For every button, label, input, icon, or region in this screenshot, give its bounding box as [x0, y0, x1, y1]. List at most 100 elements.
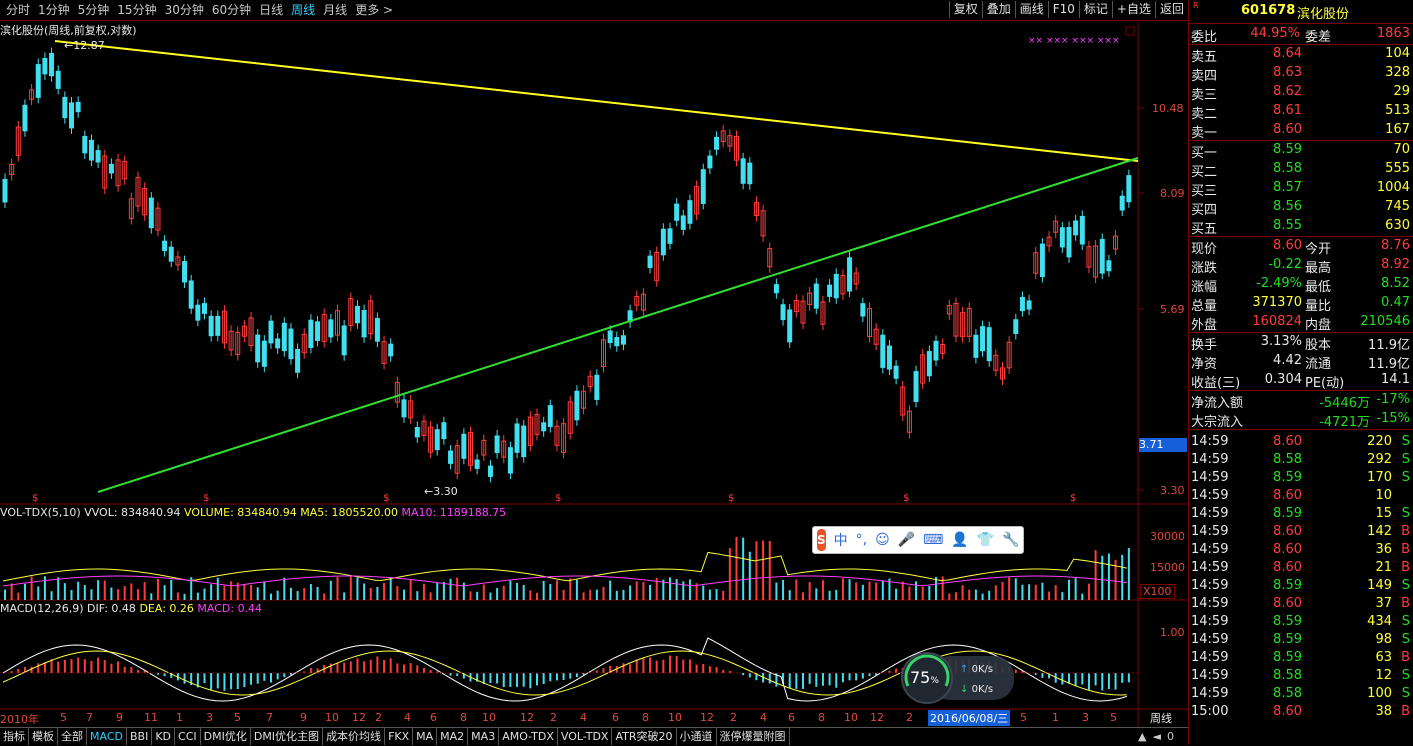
time-axis-tick: 4 [404, 711, 411, 724]
quote-row: 总量 371370 量比 0.47 [1189, 294, 1413, 314]
tick-side: S [1401, 686, 1410, 701]
period-tab[interactable]: 日线 [255, 2, 287, 18]
weibi-label: 委比 [1191, 30, 1218, 45]
kline-candle [1013, 319, 1019, 335]
download-speed-value: 0K/s [971, 684, 994, 695]
chart-tool-button[interactable]: 复权 [948, 1, 982, 18]
indicator-tab[interactable]: VOL-TDX [558, 728, 613, 745]
quote-side-panel: R 601678 滨化股份 委比 44.95% 委差 1863 卖五 8.64 104 卖四 8… [1188, 0, 1413, 745]
bid-row: 买一 8.59 70 [1189, 141, 1413, 161]
quote-label: 涨幅 [1191, 280, 1218, 295]
bid-price: 8.55 [1273, 218, 1302, 233]
time-axis-tick: 10 [844, 711, 858, 724]
period-tab[interactable]: 1分钟 [34, 2, 74, 18]
low-price-value: 3.30 [433, 485, 458, 498]
kline-candle [401, 399, 407, 418]
indicator-tab[interactable]: 指标 [0, 728, 29, 745]
voice-icon[interactable]: 🎤 [898, 532, 915, 548]
indicator-tab[interactable]: 小通道 [677, 728, 717, 745]
chart-tool-button[interactable]: +自选 [1111, 1, 1155, 18]
indicator-tab[interactable]: KD [152, 728, 176, 745]
cursor-date-tag: 2016/06/08/三 [928, 710, 1011, 726]
kline-candle [95, 150, 101, 163]
chart-tool-button[interactable]: 画线 [1014, 1, 1048, 18]
tick-volume: 15 [1375, 506, 1392, 521]
chart-tool-button[interactable]: 叠加 [981, 1, 1015, 18]
kline-chart-area[interactable]: $ $ $ $ $ $ $ ×× ××× ××× ××× 滨化股份(周线,前复权,对数) ←1… [0, 21, 1188, 727]
period-tab[interactable]: 分时 [2, 2, 34, 18]
period-tab[interactable]: 更多 > [351, 2, 397, 18]
macd-indicator-header: MACD(12,26,9) DIF: 0.48 DEA: 0.26 MACD: … [0, 602, 262, 615]
indicator-tab[interactable]: CCI [175, 728, 201, 745]
vol-axis-label: 15000 [1150, 561, 1185, 574]
indicator-tab[interactable]: 涨停爆量附图 [717, 728, 790, 745]
indicator-tab[interactable]: 全部 [58, 728, 87, 745]
fundamental-row: 收益(三) 0.304 PE(动) 14.1 [1189, 371, 1413, 391]
indicator-tab[interactable]: MA2 [437, 728, 469, 745]
indicator-tab[interactable]: 模板 [29, 728, 58, 745]
kline-candle [574, 390, 580, 421]
tick-row: 14:59 8.59 149 S [1189, 577, 1413, 595]
punctuation-icon[interactable]: °, [856, 532, 867, 548]
network-speed-widget[interactable]: 75% ↑ 0K/s ↓ 0K/s [900, 650, 1016, 706]
period-tab[interactable]: 60分钟 [208, 2, 255, 18]
indicator-tab[interactable]: MA [413, 728, 438, 745]
kline-candle [82, 135, 88, 154]
indicator-tab[interactable]: MA3 [468, 728, 500, 745]
indicator-tab[interactable]: DMI优化主图 [251, 728, 324, 745]
time-axis-tick: 8 [642, 711, 649, 724]
emoji-icon[interactable]: ☺ [875, 532, 890, 548]
period-tab[interactable]: 周线 [287, 2, 319, 18]
tick-price: 8.60 [1273, 488, 1302, 503]
kline-candle [740, 158, 746, 184]
user-icon[interactable]: 👤 [951, 532, 968, 548]
ask-price: 8.61 [1273, 103, 1302, 118]
upload-speed: ↑ 0K/s [960, 664, 993, 675]
indicator-tab[interactable]: DMI优化 [201, 728, 251, 745]
indicator-tab[interactable]: ATR突破20 [612, 728, 677, 745]
vol-ma10-value: MA10: 1189188.75 [401, 506, 507, 519]
indicator-tab[interactable]: BBI [127, 728, 153, 745]
chart-tool-button[interactable]: 返回 [1154, 1, 1188, 18]
resistance-trendline [54, 40, 1139, 162]
tick-row: 14:59 8.60 36 B [1189, 541, 1413, 559]
indicator-tab[interactable]: 成本价均线 [323, 728, 386, 745]
settings-wrench-icon[interactable]: 🔧 [1002, 532, 1019, 548]
indicator-tab[interactable]: MACD [87, 728, 127, 745]
period-tab[interactable]: 30分钟 [161, 2, 208, 18]
chinese-mode-icon[interactable]: 中 [834, 530, 848, 550]
ime-toolbar[interactable]: S 中 °, ☺ 🎤 ⌨ 👤 👕 🔧 [812, 526, 1024, 554]
kline-candle [255, 334, 261, 363]
bid-row: 买三 8.57 1004 [1189, 179, 1413, 199]
fundamental-value: 4.42 [1273, 353, 1302, 368]
dif-value: DIF: 0.48 [87, 602, 136, 615]
chart-tool-button[interactable]: 标记 [1078, 1, 1112, 18]
kline-candle [680, 215, 686, 230]
period-tab[interactable]: 月线 [319, 2, 351, 18]
dea-value: DEA: 0.26 [139, 602, 194, 615]
ask-volume: 513 [1385, 103, 1410, 118]
period-tab[interactable]: 15分钟 [113, 2, 160, 18]
indicator-tab[interactable]: FKX [385, 728, 414, 745]
period-tab[interactable]: 5分钟 [74, 2, 114, 18]
chart-title: 滨化股份(周线,前复权,对数) [0, 24, 137, 37]
kline-chart-svg[interactable]: $ $ $ $ $ $ $ ×× ××× ××× ××× [0, 21, 1188, 727]
kline-candle [75, 101, 81, 113]
time-axis-tick: 6 [430, 711, 437, 724]
fundamental-value: 0.304 [1264, 372, 1302, 387]
weicha-label: 委差 [1305, 30, 1332, 45]
kline-candle [620, 335, 626, 345]
tick-row: 14:59 8.59 170 S [1189, 469, 1413, 487]
quote-label: 最低 [1305, 280, 1332, 295]
kline-candle [1106, 260, 1112, 272]
indicator-tab[interactable]: AMO-TDX [499, 728, 558, 745]
skin-icon[interactable]: 👕 [977, 532, 994, 548]
keyboard-icon[interactable]: ⌨ [923, 532, 943, 548]
fundamental-label: PE(动) [1305, 376, 1345, 391]
time-axis-tick: 8 [460, 711, 467, 724]
tab-scroll-up-icon[interactable]: ▲ [1138, 730, 1146, 743]
tab-scroll-left-icon[interactable]: ◄ [1152, 730, 1160, 743]
bid-volume: 630 [1385, 218, 1410, 233]
chart-tool-button[interactable]: F10 [1047, 1, 1079, 18]
ask-row: 卖二 8.61 513 [1189, 102, 1413, 122]
